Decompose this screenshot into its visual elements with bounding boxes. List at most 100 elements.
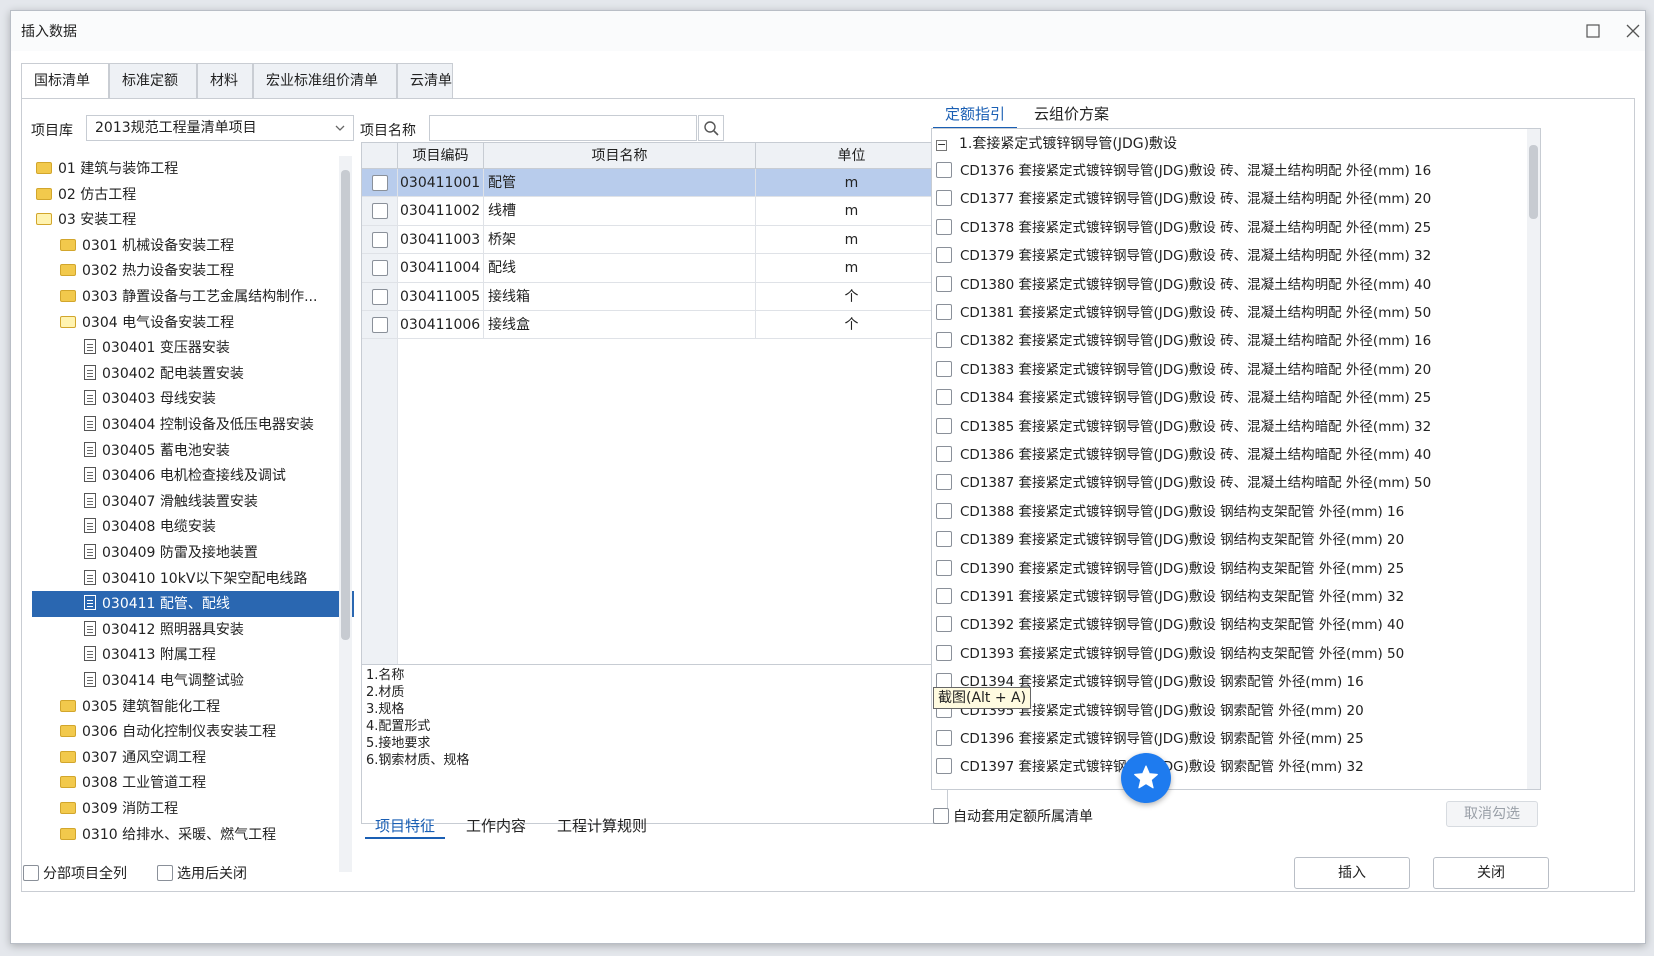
tree-item[interactable]: 0302 热力设备安装工程 [32,258,354,284]
quota-item[interactable]: CD1378 套接紧定式镀锌钢导管(JDG)敷设 砖、混凝土结构明配 外径(mm… [932,214,1540,242]
quota-item[interactable]: CD1381 套接紧定式镀锌钢导管(JDG)敷设 砖、混凝土结构明配 外径(mm… [932,299,1540,327]
quota-item-checkbox[interactable] [936,446,952,462]
tab-cloud-pricing[interactable]: 云组价方案 [1034,103,1109,124]
tree-item[interactable]: 030406 电机检查接线及调试 [32,463,354,489]
search-button[interactable] [698,115,724,141]
table-row[interactable]: 030411006 接线盒 个 [362,311,947,340]
tree-item[interactable]: 030407 滑触线装置安装 [32,489,354,515]
quota-item-checkbox[interactable] [936,275,952,292]
insert-button[interactable]: 插入 [1294,857,1410,889]
collapse-icon[interactable]: − [936,139,947,151]
quota-item-checkbox[interactable] [936,389,952,406]
subtab-calc-rules[interactable]: 工程计算规则 [557,815,647,836]
quota-item[interactable]: CD1392 套接紧定式镀锌钢导管(JDG)敷设 钢结构支架配管 外径(mm) … [932,611,1540,639]
quota-scrollbar-thumb[interactable] [1529,145,1538,219]
quota-item[interactable]: CD1393 套接紧定式镀锌钢导管(JDG)敷设 钢结构支架配管 外径(mm) … [932,640,1540,668]
tree-item[interactable]: 0307 通风空调工程 [32,745,354,771]
tree-item[interactable]: 030409 防雷及接地装置 [32,540,354,566]
tab-quota-guide[interactable]: 定额指引 [945,103,1005,124]
quota-item-checkbox[interactable] [936,588,952,604]
quota-item[interactable]: CD1379 套接紧定式镀锌钢导管(JDG)敷设 砖、混凝土结构明配 外径(mm… [932,242,1540,270]
tree-item[interactable]: 0304 电气设备安装工程 [32,310,354,336]
quota-group-header[interactable]: −1.套接紧定式镀锌钢导管(JDG)敷设 [936,133,1177,155]
close-icon[interactable] [1619,17,1647,45]
table-row[interactable]: 030411001 配管 m [362,169,947,198]
quota-item[interactable]: CD1380 套接紧定式镀锌钢导管(JDG)敷设 砖、混凝土结构明配 外径(mm… [932,271,1540,299]
quota-item[interactable]: CD1377 套接紧定式镀锌钢导管(JDG)敷设 砖、混凝土结构明配 外径(mm… [932,185,1540,213]
tab-national-list[interactable]: 国标清单 [21,63,109,99]
tree-item[interactable]: 0306 自动化控制仪表安装工程 [32,719,354,745]
quota-item[interactable]: CD1397 套接紧定式镀锌钢导管(JDG)敷设 钢索配管 外径(mm) 32 [932,753,1540,781]
row-checkbox[interactable] [371,317,388,333]
tree-item[interactable]: 030402 配电装置安装 [32,361,354,387]
library-select[interactable]: 2013规范工程量清单项目 [86,115,354,141]
quota-item[interactable]: CD1386 套接紧定式镀锌钢导管(JDG)敷设 砖、混凝土结构暗配 外径(mm… [932,441,1540,469]
quota-item[interactable]: CD1385 套接紧定式镀锌钢导管(JDG)敷设 砖、混凝土结构暗配 外径(mm… [932,413,1540,441]
quota-item[interactable]: CD1376 套接紧定式镀锌钢导管(JDG)敷设 砖、混凝土结构明配 外径(mm… [932,157,1540,185]
quota-item-checkbox[interactable] [936,730,952,746]
row-checkbox[interactable] [371,231,388,248]
quota-item[interactable]: CD1387 套接紧定式镀锌钢导管(JDG)敷设 砖、混凝土结构暗配 外径(mm… [932,469,1540,497]
tree-item[interactable]: 030412 照明器具安装 [32,617,354,643]
tree-item[interactable]: 0301 机械设备安装工程 [32,233,354,259]
tree-item[interactable]: 030414 电气调整试验 [32,668,354,694]
tree-item[interactable]: 0308 工业管道工程 [32,770,354,796]
table-row[interactable]: 030411002 线槽 m [362,197,947,226]
maximize-icon[interactable] [1579,17,1607,45]
table-row[interactable]: 030411003 桥架 m [362,225,947,255]
tree-item[interactable]: 030403 母线安装 [32,386,354,412]
tab-materials[interactable]: 材料 [197,63,253,99]
tree-item[interactable]: 0309 消防工程 [32,796,354,822]
quota-item-checkbox[interactable] [936,644,952,661]
close-after-checkbox[interactable] [157,865,173,881]
quota-item[interactable]: CD1384 套接紧定式镀锌钢导管(JDG)敷设 砖、混凝土结构暗配 外径(mm… [932,384,1540,412]
quota-item[interactable]: CD1389 套接紧定式镀锌钢导管(JDG)敷设 钢结构支架配管 外径(mm) … [932,526,1540,554]
tree-item[interactable]: 030413 附属工程 [32,642,354,668]
quota-item[interactable]: CD1396 套接紧定式镀锌钢导管(JDG)敷设 钢索配管 外径(mm) 25 [932,725,1540,753]
tree-item[interactable]: 030410 10kV以下架空配电线路 [32,566,354,592]
tree-item[interactable]: 01 建筑与装饰工程 [32,156,354,182]
quota-item[interactable]: CD1382 套接紧定式镀锌钢导管(JDG)敷设 砖、混凝土结构暗配 外径(mm… [932,327,1540,355]
tab-standard-quota[interactable]: 标准定额 [109,63,197,99]
quota-item[interactable]: CD1390 套接紧定式镀锌钢导管(JDG)敷设 钢结构支架配管 外径(mm) … [932,555,1540,583]
tree-item[interactable]: 030405 蓄电池安装 [32,438,354,464]
quota-item-checkbox[interactable] [936,218,952,235]
tree-scrollbar[interactable] [339,156,352,872]
tab-cloud-list[interactable]: 云清单 [397,63,453,99]
subtab-features[interactable]: 项目特征 [375,815,435,836]
quota-item-checkbox[interactable] [936,758,952,775]
row-checkbox[interactable] [371,175,388,191]
row-checkbox[interactable] [371,288,388,305]
tree-item[interactable]: 030408 电缆安装 [32,514,354,540]
quota-item-checkbox[interactable] [936,417,952,434]
quota-scrollbar[interactable] [1527,129,1540,789]
auto-apply-checkbox[interactable] [933,808,949,824]
quota-item-checkbox[interactable] [936,332,952,349]
cancel-selection-button[interactable]: 取消勾选 [1446,801,1538,827]
select-all-option[interactable]: 分部项目全列 [23,865,127,883]
quota-item[interactable]: CD1383 套接紧定式镀锌钢导管(JDG)敷设 砖、混凝土结构暗配 外径(mm… [932,356,1540,384]
quota-item-checkbox[interactable] [936,247,952,264]
quota-item[interactable]: CD1391 套接紧定式镀锌钢导管(JDG)敷设 钢结构支架配管 外径(mm) … [932,583,1540,611]
tree-item[interactable]: 0310 给排水、采暖、燃气工程 [32,822,354,848]
row-checkbox[interactable] [371,260,388,277]
tree-item[interactable]: 030411 配管、配线 [32,591,354,618]
tree-item[interactable]: 02 仿古工程 [32,182,354,208]
close-after-option[interactable]: 选用后关闭 [157,865,247,883]
auto-apply-option[interactable]: 自动套用定额所属清单 [933,808,1093,826]
tree-item[interactable]: 03 安装工程 [32,207,354,233]
quota-item-checkbox[interactable] [936,190,952,207]
quota-item-checkbox[interactable] [936,162,952,178]
quota-item-checkbox[interactable] [936,616,952,633]
quota-item[interactable]: CD1388 套接紧定式镀锌钢导管(JDG)敷设 钢结构支架配管 外径(mm) … [932,498,1540,526]
quota-item-checkbox[interactable] [936,531,952,548]
tree-item[interactable]: 030401 变压器安装 [32,335,354,361]
subtab-work-content[interactable]: 工作内容 [466,815,526,836]
quota-item-checkbox[interactable] [936,502,952,519]
tree-scrollbar-thumb[interactable] [341,170,350,640]
tree-item[interactable]: 0305 建筑智能化工程 [32,694,354,720]
select-all-checkbox[interactable] [23,865,39,881]
quota-item-checkbox[interactable] [936,559,952,576]
search-input[interactable] [429,115,697,141]
row-checkbox[interactable] [371,203,388,220]
